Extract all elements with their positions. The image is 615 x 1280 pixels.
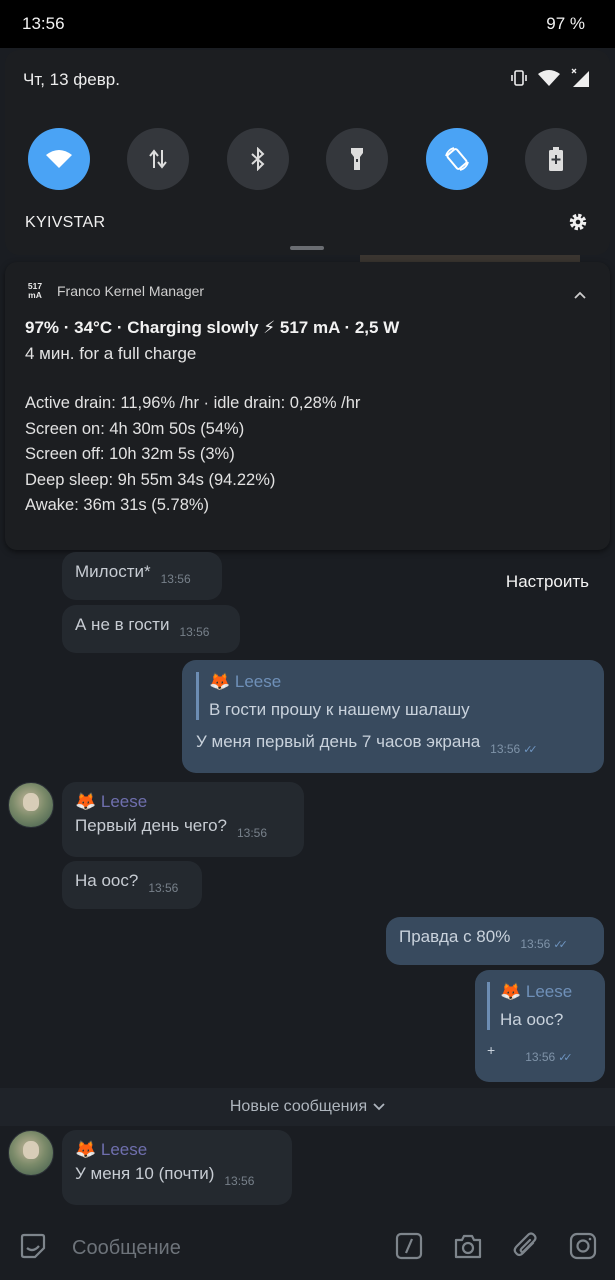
active-drain-line: Active drain: 11,96% /hr · idle drain: 0… (25, 394, 361, 412)
notification-subtitle: 4 мин. for a full charge (25, 344, 197, 363)
battery-saver-tile[interactable] (524, 128, 587, 190)
message-text: Первый день чего? (75, 816, 227, 835)
signal-icon (571, 68, 589, 87)
battery-notification[interactable]: 517 mA Franco Kernel Manager 97% · 34°C … (5, 262, 610, 550)
screen-on-line: Screen on: 4h 30m 50s (54%) (25, 419, 245, 438)
message-time: 13:56 (160, 572, 191, 586)
flashlight-tile[interactable] (326, 128, 389, 190)
bluetooth-icon (251, 147, 265, 171)
battery-saver-icon (548, 147, 563, 171)
wifi-tile[interactable] (28, 128, 90, 190)
configure-button[interactable]: Настроить (506, 572, 589, 592)
message-bubble[interactable]: 🦊 Leese Первый день чего? 13:56 (62, 782, 304, 857)
avatar[interactable] (8, 1130, 54, 1176)
message-bubble[interactable]: На оос? 13:56 (62, 861, 202, 909)
attach-button[interactable] (513, 1231, 539, 1266)
paperclip-icon (513, 1231, 537, 1256)
message-bubble[interactable]: Милости* 13:56 (62, 552, 222, 600)
message-time: 13:56 (525, 1050, 556, 1064)
qs-date[interactable]: Чт, 13 февр. (23, 70, 120, 90)
chevron-up-icon (574, 291, 586, 299)
rotate-icon (444, 147, 469, 171)
reply-sender: 🦊 Leese (500, 982, 573, 1001)
sticker-button[interactable] (18, 1231, 48, 1266)
sticker-icon (20, 1233, 46, 1258)
sender-name[interactable]: 🦊 Leese (75, 792, 291, 812)
qs-tiles (28, 128, 587, 190)
auto-rotate-tile[interactable] (425, 128, 488, 190)
message-bubble-outgoing[interactable]: Правда с 80% 13:56 ✓✓ (386, 917, 604, 965)
deep-sleep-line: Deep sleep: 9h 55m 34s (94.22%) (25, 470, 276, 489)
message-text: Правда с 80% (399, 927, 511, 946)
read-checks-icon: ✓✓ (558, 1052, 573, 1064)
app-icon: 517 mA (27, 281, 43, 300)
instagram-button[interactable] (569, 1232, 597, 1265)
message-input-bar (0, 1216, 615, 1280)
awake-line: Awake: 36m 31s (5.78%) (25, 496, 210, 514)
reply-quote[interactable]: 🦊 Leese На оос? (487, 982, 593, 1030)
quick-settings-panel: Чт, 13 февр. KYIVSTAR (5, 50, 610, 255)
reply-text: На оос? (500, 1010, 564, 1029)
settings-button[interactable] (568, 212, 588, 237)
message-time: 13:56 (148, 881, 179, 895)
new-messages-divider[interactable]: Новые сообщения (0, 1088, 615, 1126)
gear-icon (569, 213, 587, 231)
battery-percent: 97 % (546, 14, 585, 33)
carrier-label: KYIVSTAR (25, 214, 106, 231)
avatar[interactable] (8, 782, 54, 828)
message-text: У меня первый день 7 часов экрана (196, 732, 481, 751)
wifi-status-icon (538, 70, 560, 86)
app-name: Franco Kernel Manager (57, 283, 205, 299)
input-actions (395, 1231, 597, 1266)
status-time: 13:56 (22, 14, 65, 33)
message-time: 13:56 (490, 742, 521, 756)
flashlight-icon (351, 148, 364, 170)
notification-details: Active drain: 11,96% /hr · idle drain: 0… (25, 391, 590, 519)
message-time: 13:56 (520, 937, 551, 951)
reply-text: В гости прошу к нашему шалашу (209, 700, 470, 719)
instagram-icon (569, 1232, 597, 1259)
bluetooth-tile[interactable] (226, 128, 289, 190)
message-input[interactable] (72, 1236, 395, 1260)
message-bubble[interactable]: А не в гости 13:56 (62, 605, 240, 653)
message-text: У меня 10 (почти) (75, 1164, 215, 1183)
reply-quote[interactable]: 🦊 Leese В гости прошу к нашему шалашу (196, 672, 590, 720)
message-time: 13:56 (224, 1174, 255, 1188)
collapse-button[interactable] (574, 286, 586, 304)
notification-header: 517 mA Franco Kernel Manager (25, 282, 590, 300)
message-bubble-outgoing[interactable]: 🦊 Leese В гости прошу к нашему шалашу У … (182, 660, 604, 773)
message-text: Милости* (75, 562, 151, 581)
mobile-data-tile[interactable] (127, 128, 190, 190)
sender-name[interactable]: 🦊 Leese (75, 1140, 279, 1160)
camera-icon (454, 1234, 482, 1258)
message-time: 13:56 (237, 826, 268, 840)
status-bar: 13:56 97 % (0, 0, 615, 48)
data-arrows-icon (149, 149, 168, 169)
slash-command-icon (395, 1232, 423, 1259)
message-text: На оос? (75, 871, 139, 890)
wifi-icon (46, 150, 72, 168)
camera-button[interactable] (453, 1232, 483, 1265)
commands-button[interactable] (395, 1232, 423, 1265)
vibrate-icon (511, 70, 527, 86)
reply-sender: 🦊 Leese (209, 672, 282, 691)
new-messages-label: Новые сообщения (229, 1098, 368, 1115)
read-checks-icon: ✓✓ (523, 744, 538, 756)
drag-handle[interactable] (290, 246, 324, 250)
qs-indicators (510, 68, 590, 88)
message-text: + (487, 1042, 496, 1058)
screen-off-line: Screen off: 10h 32m 5s (3%) (25, 445, 235, 463)
notification-title: 97% · 34°C · Charging slowly ⚡ 517 mA · … (25, 318, 400, 337)
message-bubble-outgoing[interactable]: 🦊 Leese На оос? +13:56 ✓✓ (475, 970, 605, 1082)
read-checks-icon: ✓✓ (553, 939, 568, 951)
message-time: 13:56 (179, 625, 210, 639)
message-bubble[interactable]: 🦊 Leese У меня 10 (почти) 13:56 (62, 1130, 292, 1205)
chevron-down-icon (373, 1103, 385, 1111)
message-text: А не в гости (75, 615, 170, 634)
